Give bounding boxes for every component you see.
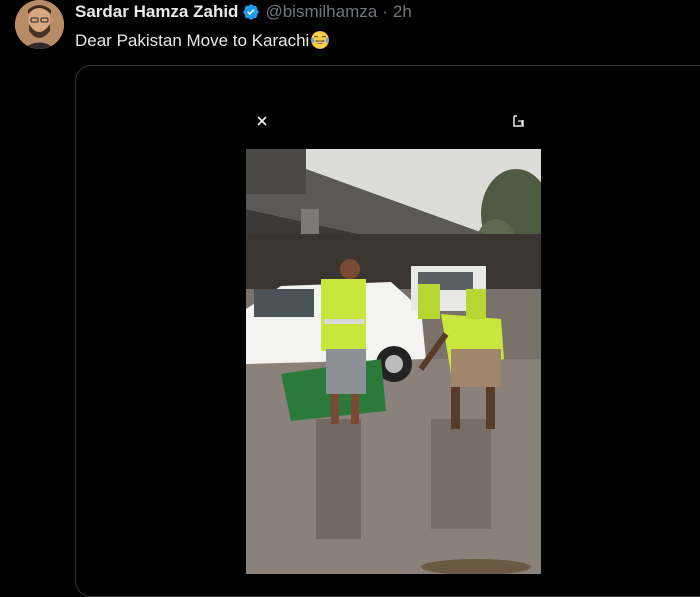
author-handle[interactable]: @bismilhamza (265, 2, 377, 22)
close-icon[interactable] (253, 112, 271, 130)
tweet-header: Sardar Hamza Zahid @bismilhamza · 2h (75, 2, 412, 22)
laughing-tears-emoji-icon (311, 31, 330, 49)
avatar-image (15, 0, 64, 49)
verified-badge-icon (243, 4, 260, 20)
video-frame (246, 149, 541, 574)
separator-dot: · (382, 2, 388, 21)
video-player[interactable] (246, 149, 541, 574)
avatar[interactable] (15, 0, 64, 49)
tweet-text-body: Dear Pakistan Move to Karachi (75, 31, 310, 50)
author-name[interactable]: Sardar Hamza Zahid (75, 2, 238, 22)
tweet-text: Dear Pakistan Move to Karachi (75, 30, 330, 51)
picture-in-picture-icon[interactable] (510, 112, 528, 130)
timestamp[interactable]: 2h (393, 2, 412, 22)
